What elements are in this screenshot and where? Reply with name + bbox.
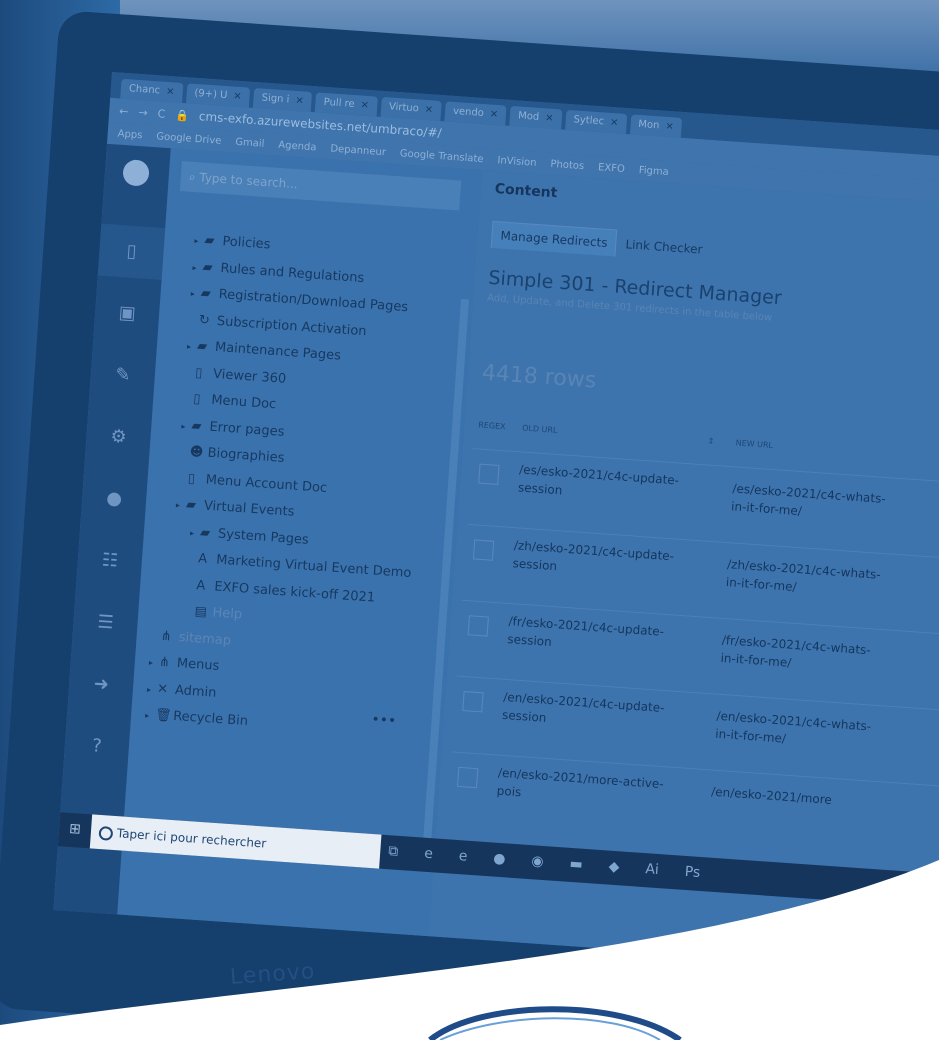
photo-scene: Lenovo Chanc × (9+) U × Sign i × Pull re × Virtu… bbox=[0, 0, 939, 1040]
white-wave-overlay bbox=[0, 860, 939, 1040]
